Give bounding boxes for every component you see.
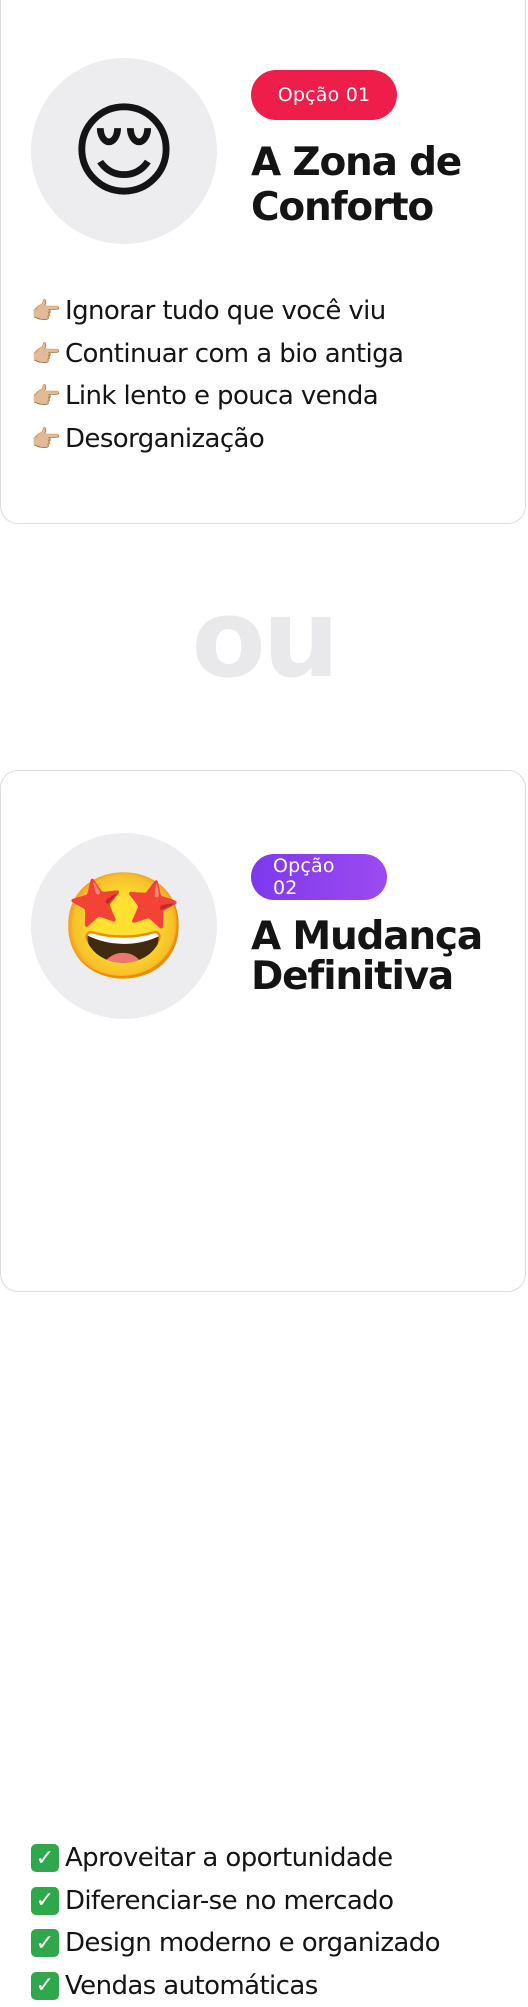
list-item: 👉🏼 Ignorar tudo que você viu [31,290,403,333]
list-item-text: Aproveitar a oportunidade [65,1843,393,1873]
title-line: A Zona de [251,140,461,185]
option-list: 👉🏼 Ignorar tudo que você viu 👉🏼 Continua… [31,290,403,460]
list-item: ✓ Aproveitar a oportunidade [31,1837,440,1880]
list-item-text: Link lento e pouca venda [65,381,378,411]
emoji-glyph: 🤩 [59,874,189,978]
option-card-comfort-zone: 😌 Opção 01 A Zona de Conforto 👉🏼 Ignorar… [0,0,526,524]
option-card-definitive-change: 🤩 Opção 02 A Mudança Definitiva ✓ Aprove… [0,770,526,1292]
pointing-right-hand-icon: 👉🏼 [31,427,65,451]
check-mark-icon: ✓ [31,1887,59,1915]
list-item: 👉🏼 Desorganização [31,418,403,461]
option-title: A Zona de Conforto [251,140,461,230]
title-line: A Mudança [251,917,482,957]
pointing-right-hand-icon: 👉🏼 [31,342,65,366]
star-struck-face-icon: 🤩 [31,833,217,1019]
list-item: 👉🏼 Link lento e pouca venda [31,375,403,418]
option-list: ✓ Aproveitar a oportunidade ✓ Diferencia… [31,1837,440,2007]
list-item-text: Desorganização [65,424,264,454]
pointing-right-hand-icon: 👉🏼 [31,384,65,408]
list-item-text: Vendas automáticas [65,1971,318,2001]
relieved-face-icon: 😌 [31,58,217,244]
option-title: A Mudança Definitiva [251,917,482,997]
check-mark-icon: ✓ [31,1929,59,1957]
emoji-glyph: 😌 [70,99,178,203]
title-line: Definitiva [251,957,482,997]
list-item-text: Continuar com a bio antiga [65,339,403,369]
list-item-text: Design moderno e organizado [65,1928,440,1958]
check-mark-icon: ✓ [31,1972,59,2000]
list-item-text: Diferenciar-se no mercado [65,1886,393,1916]
pointing-right-hand-icon: 👉🏼 [31,299,65,323]
option-badge: Opção 02 [251,854,387,900]
list-item: ✓ Vendas automáticas [31,1965,440,2007]
list-item-text: Ignorar tudo que você viu [65,296,386,326]
or-divider-text: ou [0,580,528,700]
list-item: ✓ Diferenciar-se no mercado [31,1880,440,1923]
title-line: Conforto [251,185,461,230]
list-item: 👉🏼 Continuar com a bio antiga [31,333,403,376]
option-badge: Opção 01 [251,70,397,120]
check-mark-icon: ✓ [31,1844,59,1872]
list-item: ✓ Design moderno e organizado [31,1922,440,1965]
